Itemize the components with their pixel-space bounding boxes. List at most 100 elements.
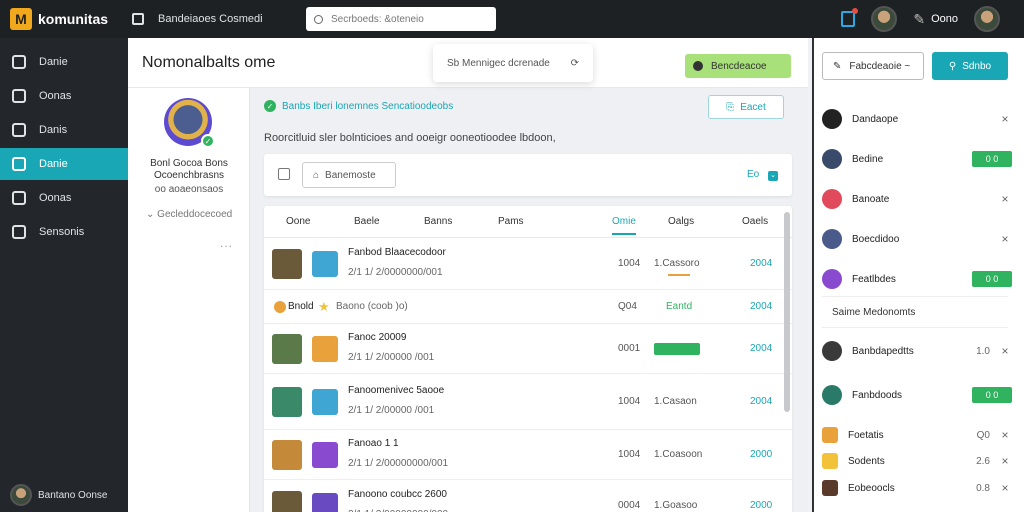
sidebar-item-0[interactable]: Danie — [0, 46, 128, 78]
sidebar-item-3[interactable]: Danie — [0, 148, 128, 180]
primary-chip-label: Bencdeacoe — [711, 60, 767, 72]
profile-avatar[interactable]: ✓ — [164, 98, 215, 148]
close-icon[interactable]: × — [998, 112, 1012, 126]
close-icon[interactable]: × — [998, 344, 1012, 358]
app-logo[interactable]: M komunitas — [10, 8, 128, 30]
item-avatar — [822, 480, 838, 496]
sidebar-item-4[interactable]: Oonas — [0, 182, 128, 214]
pen-icon: ✎ — [833, 60, 842, 72]
breadcrumb[interactable]: Bandeiaoes Cosmedi — [132, 13, 282, 25]
close-icon[interactable]: × — [998, 454, 1012, 468]
sidebar-item-label: Sensonis — [39, 226, 85, 238]
row-title: Fanbod Blaacecodoor — [348, 247, 446, 258]
close-icon[interactable]: × — [998, 192, 1012, 206]
sidebar-item-1[interactable]: Oonas — [0, 80, 128, 112]
chevron-down-icon: ⌄ — [146, 209, 158, 220]
tab-0[interactable]: Oone — [286, 216, 310, 227]
more-icon[interactable]: ... — [220, 236, 233, 250]
chevron-down-icon: ⌄ — [768, 171, 778, 181]
tab-1[interactable]: Baele — [354, 216, 380, 227]
document-icon — [12, 191, 26, 205]
sidebar-item-2[interactable]: Danis — [0, 114, 128, 146]
tab-2[interactable]: Banns — [424, 216, 452, 227]
popover-text: Sb Mennigec dcrenade — [447, 57, 550, 69]
close-icon[interactable]: × — [998, 428, 1012, 442]
scrollbar[interactable] — [784, 212, 790, 412]
panel-list-item[interactable]: Banoate × — [822, 184, 1012, 214]
avatar[interactable] — [871, 6, 898, 32]
table-header: Oone Baele Banns Pams Omie Oalgs Oaels — [264, 206, 792, 238]
pen-icon[interactable]: ✎ — [913, 11, 925, 28]
panel-list-item[interactable]: Boecdidoo × — [822, 224, 1012, 254]
game-thumbnail — [272, 249, 302, 279]
submit-button[interactable]: ⚲ Sdnbo — [932, 52, 1008, 80]
table-row[interactable]: Bnold ★ Baono (coob )o) Q04 Eantd 2004 — [264, 290, 792, 324]
refresh-icon[interactable]: ⟳ — [571, 58, 579, 69]
row-col-c: 2004 — [750, 396, 773, 407]
panel-list-item[interactable]: Banbdapedtts 1.0 × — [822, 336, 1012, 366]
board-icon — [12, 123, 26, 137]
sidebar-item-label: Oonas — [39, 90, 72, 102]
tab-6[interactable]: Oaels — [742, 216, 768, 227]
item-avatar — [822, 385, 842, 405]
item-label: Banbdapedtts — [852, 345, 914, 357]
description: Roorcitluid sler bolnticioes and ooeigr … — [264, 132, 556, 144]
view-toggle[interactable]: Eo ⌄ — [747, 169, 778, 181]
item-label: Sodents — [848, 455, 885, 467]
row-subtitle: 2/1 1/ 2/00000000/001 — [348, 458, 449, 469]
toggle-pill[interactable]: 0 0 — [972, 387, 1012, 403]
item-label: Foetatis — [848, 429, 884, 441]
sidebar-item-5[interactable]: Sensonis — [0, 216, 128, 248]
profile-name-line2: Ocoenchbrasns — [153, 170, 225, 181]
view-toggle-label: Eo — [746, 169, 760, 180]
row-col-c: 2004 — [750, 343, 773, 354]
filter-dropdown-button[interactable]: ✎ Fabcdeaoie ~ — [822, 52, 924, 80]
table-row[interactable]: Fanoomenivec 5aooe 2/1 1/ 2/00000 /001 100… — [264, 374, 792, 430]
item-label: Bedine — [852, 153, 884, 165]
filter-button[interactable]: ⌂ Banemoste — [302, 162, 396, 188]
game-icon — [312, 389, 338, 415]
notification-icon[interactable] — [841, 8, 859, 27]
profile-link[interactable]: ⌄ Gecleddocecoed — [146, 209, 232, 220]
panel-list-item[interactable]: Sodents 2.6 × — [822, 446, 1012, 476]
home-icon: ⌂ — [313, 169, 320, 181]
panel-list-item[interactable]: Dandaope × — [822, 104, 1012, 134]
panel-list-item[interactable]: Featlbdes 0 0 — [822, 264, 1012, 294]
popover[interactable]: Sb Mennigec dcrenade ⟳ — [433, 44, 593, 82]
filter-dropdown-label: Fabcdeaoie ~ — [849, 60, 911, 72]
panel-list-item[interactable]: Fanbdoods 0 0 — [822, 380, 1012, 410]
table-row[interactable]: Fanoono coubcc 26002/1 1/ 2/00000000/000… — [264, 480, 792, 512]
table-row[interactable]: Fanbod Blaacecodoor 2/1 1/ 2/0000000/001 1… — [264, 238, 792, 290]
breadcrumb-label: Bandeiaoes Cosmedi — [158, 13, 263, 25]
table-row[interactable]: Fanoc 20009 2/1 1/ 2/00000 /001 0001 2004 — [264, 324, 792, 374]
search-input[interactable]: Secrboeds: &oteneio — [306, 7, 496, 31]
tab-3[interactable]: Pams — [498, 216, 524, 227]
toggle-pill[interactable]: 0 0 — [972, 271, 1012, 287]
tab-4[interactable]: Omie — [612, 216, 636, 235]
top-user-name[interactable]: Oono — [931, 13, 958, 25]
table-row[interactable]: Fanoao 1 1 2/1 1/ 2/00000000/001 1004 1.Coa… — [264, 430, 792, 480]
tab-5[interactable]: Oalgs — [668, 216, 694, 227]
item-avatar — [822, 427, 838, 443]
toggle-pill[interactable]: 0 0 — [972, 151, 1012, 167]
panel-list-item[interactable]: Bedine 0 0 — [822, 144, 1012, 174]
row-title: Fanoono coubcc 2600 — [348, 489, 447, 500]
panel-list-item[interactable]: Eobeoocls 0.8 × — [822, 473, 1012, 503]
close-icon[interactable]: × — [998, 481, 1012, 495]
row-col-a: 1004 — [618, 449, 641, 460]
profile-name-line1: Bonl Gocoa Bons — [150, 158, 228, 169]
primary-chip-button[interactable]: Bencdeacoe — [685, 54, 791, 78]
close-icon[interactable]: × — [998, 232, 1012, 246]
sidebar-user[interactable]: Bantano Oonse — [10, 484, 108, 506]
user-avatar[interactable] — [974, 6, 1000, 32]
sidebar-user-avatar — [10, 484, 32, 506]
edit-button[interactable]: ⎘ Eacet — [708, 95, 784, 119]
sidebar-item-label: Oonas — [39, 192, 72, 204]
verified-check-icon: ✓ — [201, 134, 215, 148]
section-title: Saime Medonomts — [822, 296, 1008, 328]
row-col-c: 2000 — [750, 500, 773, 511]
page-icon — [132, 13, 144, 25]
filter-card: ⌂ Banemoste Eo ⌄ — [264, 154, 792, 196]
filter-icon[interactable] — [278, 168, 290, 180]
row-col-a: Q04 — [618, 301, 637, 312]
